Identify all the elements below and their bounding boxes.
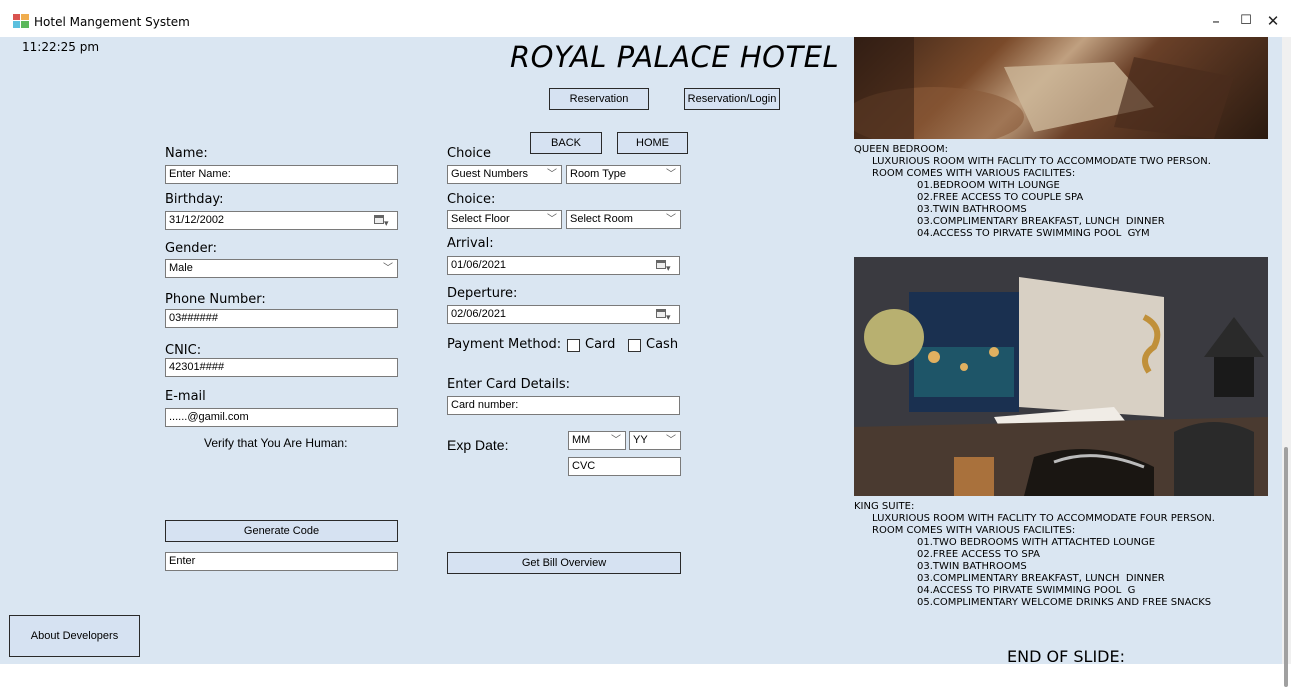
exp-month-dropdown[interactable]: MM ﹀: [568, 431, 626, 450]
select-floor-value: Select Floor: [451, 213, 510, 225]
birthday-date-picker[interactable]: 31/12/2002 ▾: [165, 211, 398, 230]
payment-method-label: Payment Method:: [447, 337, 562, 352]
chevron-down-icon: ﹀: [611, 435, 621, 446]
home-button[interactable]: HOME: [617, 132, 688, 154]
name-label: Name:: [165, 146, 208, 161]
card-number-field[interactable]: Card number:: [447, 396, 680, 415]
calendar-icon[interactable]: ▾: [656, 309, 674, 322]
hotel-title: ROYAL PALACE HOTEL: [510, 40, 840, 74]
exp-year-dropdown[interactable]: YY ﹀: [629, 431, 681, 450]
name-field[interactable]: Enter Name:: [165, 165, 398, 184]
king-item: 05.COMPLIMENTARY WELCOME DRINKS AND FREE…: [917, 597, 1212, 608]
choice2-label: Choice:: [447, 192, 496, 207]
close-icon[interactable]: ✕: [1258, 8, 1288, 34]
cash-label: Cash: [646, 337, 679, 352]
king-item: 03.COMPLIMENTARY BREAKFAST, LUNCH DINNER: [917, 573, 1165, 584]
chevron-down-icon: ﹀: [383, 263, 393, 274]
email-label: E-mail: [165, 389, 206, 404]
queen-photo-art: [854, 37, 1234, 139]
title-bar: Hotel Mangement System – ☐ ✕: [0, 0, 1291, 37]
card-checkbox[interactable]: [567, 339, 580, 352]
cnic-label: CNIC:: [165, 343, 202, 358]
birthday-label: Birthday:: [165, 192, 224, 207]
calendar-icon[interactable]: ▾: [374, 215, 392, 228]
select-room-value: Select Room: [570, 213, 633, 225]
select-floor-dropdown[interactable]: Select Floor ﹀: [447, 210, 562, 229]
gender-dropdown[interactable]: Male ﹀: [165, 259, 398, 278]
chevron-down-icon: ﹀: [547, 214, 557, 225]
get-bill-overview-button[interactable]: Get Bill Overview: [447, 552, 681, 574]
card-details-label: Enter Card Details:: [447, 377, 571, 392]
exp-date-label: Exp Date:: [447, 437, 509, 453]
chevron-down-icon: ﹀: [666, 214, 676, 225]
chevron-down-icon: ﹀: [666, 169, 676, 180]
captcha-input[interactable]: Enter: [165, 552, 398, 571]
birthday-value: 31/12/2002: [169, 214, 225, 226]
chevron-down-icon: ﹀: [547, 169, 557, 180]
queen-line1: LUXURIOUS ROOM WITH FACLITY TO ACCOMMODA…: [872, 156, 1211, 167]
chevron-down-icon: ﹀: [666, 435, 676, 446]
about-developers-button[interactable]: About Developers: [9, 615, 140, 657]
cash-checkbox[interactable]: [628, 339, 641, 352]
clock: 11:22:25 pm: [22, 40, 100, 54]
arrival-label: Arrival:: [447, 236, 494, 251]
cvc-field[interactable]: CVC: [568, 457, 681, 476]
cnic-field[interactable]: 42301####: [165, 358, 398, 377]
queen-item: 02.FREE ACCESS TO COUPLE SPA: [917, 192, 1084, 203]
generate-code-button[interactable]: Generate Code: [165, 520, 398, 542]
king-item: 03.TWIN BATHROOMS: [917, 561, 1027, 572]
arrival-value: 01/06/2021: [451, 259, 507, 271]
queen-line2: ROOM COMES WITH VARIOUS FACILITES:: [872, 168, 1076, 179]
choice-label: Choice: [447, 146, 492, 161]
departure-label: Deperture:: [447, 286, 518, 301]
back-button[interactable]: BACK: [530, 132, 602, 154]
calendar-icon[interactable]: ▾: [656, 260, 674, 273]
gender-label: Gender:: [165, 241, 218, 256]
queen-item: 03.COMPLIMENTARY BREAKFAST, LUNCH DINNER: [917, 216, 1165, 227]
minimize-icon[interactable]: –: [1201, 8, 1231, 34]
queen-item: 03.TWIN BATHROOMS: [917, 204, 1027, 215]
scroll-thumb[interactable]: [1284, 447, 1288, 687]
arrival-date-picker[interactable]: 01/06/2021 ▾: [447, 256, 680, 275]
queen-bedroom-title: QUEEN BEDROOM:: [854, 144, 949, 155]
phone-field[interactable]: 03######: [165, 309, 398, 328]
king-suite-photo: [854, 257, 1268, 496]
window-title: Hotel Mangement System: [34, 15, 190, 29]
king-photo-art: [854, 257, 1268, 496]
departure-date-picker[interactable]: 02/06/2021 ▾: [447, 305, 680, 324]
gender-value: Male: [169, 262, 193, 274]
departure-value: 02/06/2021: [451, 308, 507, 320]
room-type-value: Room Type: [570, 168, 627, 180]
king-line1: LUXURIOUS ROOM WITH FACLITY TO ACCOMMODA…: [872, 513, 1215, 524]
reservation-login-button[interactable]: Reservation/Login: [684, 88, 780, 110]
end-of-slide-label: END OF SLIDE:: [1007, 647, 1125, 666]
king-suite-title: KING SUITE:: [854, 501, 915, 512]
card-label: Card: [585, 337, 616, 352]
select-room-dropdown[interactable]: Select Room ﹀: [566, 210, 681, 229]
maximize-icon[interactable]: ☐: [1231, 8, 1261, 34]
guest-numbers-value: Guest Numbers: [451, 168, 529, 180]
queen-item: 04.ACCESS TO PIRVATE SWIMMING POOL GYM: [917, 228, 1150, 239]
king-item: 02.FREE ACCESS TO SPA: [917, 549, 1040, 560]
king-item: 01.TWO BEDROOMS WITH ATTACHTED LOUNGE: [917, 537, 1156, 548]
guest-numbers-dropdown[interactable]: Guest Numbers ﹀: [447, 165, 562, 184]
room-type-dropdown[interactable]: Room Type ﹀: [566, 165, 681, 184]
phone-label: Phone Number:: [165, 292, 266, 307]
exp-month-value: MM: [572, 434, 591, 446]
king-item: 04.ACCESS TO PIRVATE SWIMMING POOL G: [917, 585, 1136, 596]
reservation-button[interactable]: Reservation: [549, 88, 649, 110]
king-line2: ROOM COMES WITH VARIOUS FACILITES:: [872, 525, 1076, 536]
queen-item: 01.BEDROOM WITH LOUNGE: [917, 180, 1060, 191]
queen-bedroom-photo: [854, 37, 1268, 139]
app-icon: [13, 14, 29, 28]
verify-human-label: Verify that You Are Human:: [204, 436, 348, 450]
email-field[interactable]: ......@gamil.com: [165, 408, 398, 427]
vertical-scrollbar[interactable]: [1282, 37, 1291, 687]
exp-year-value: YY: [633, 434, 648, 446]
